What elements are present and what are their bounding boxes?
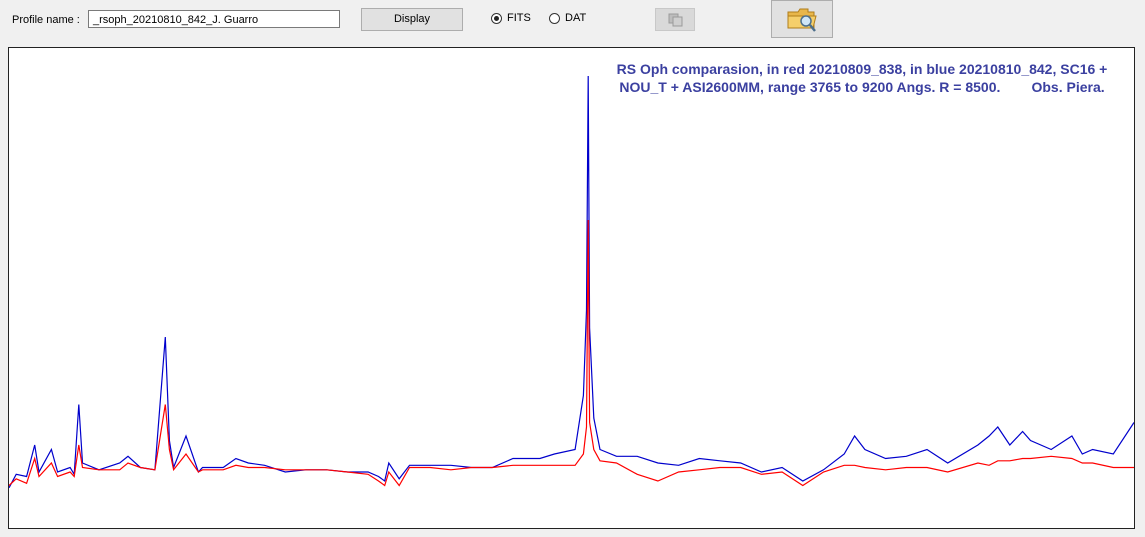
copy-icon bbox=[668, 13, 683, 27]
dat-radio[interactable]: DAT bbox=[549, 12, 586, 24]
dat-radio-label: DAT bbox=[565, 12, 587, 24]
display-button[interactable]: Display bbox=[361, 8, 463, 31]
folder-search-icon bbox=[787, 8, 817, 32]
dat-radio-dot[interactable] bbox=[549, 12, 560, 24]
spectrum-plot: RS Oph comparasion, in red 20210809_838,… bbox=[8, 47, 1135, 529]
fits-radio-dot[interactable] bbox=[491, 12, 502, 24]
fits-radio[interactable]: FITS bbox=[491, 12, 531, 24]
profile-name-label: Profile name : bbox=[12, 14, 80, 26]
red-spectrum-line bbox=[9, 219, 1134, 487]
chart-title-line2: NOU_T + ASI2600MM, range 3765 to 9200 An… bbox=[619, 79, 1105, 95]
blue-spectrum-line bbox=[9, 75, 1134, 489]
profile-name-input[interactable]: _rsoph_20210810_842_J. Guarro bbox=[88, 10, 340, 28]
spectrum-chart bbox=[9, 75, 1134, 489]
fits-radio-label: FITS bbox=[507, 12, 531, 24]
chart-title-line1: RS Oph comparasion, in red 20210809_838,… bbox=[616, 61, 1108, 77]
copy-button[interactable] bbox=[655, 8, 695, 31]
chart-title: RS Oph comparasion, in red 20210809_838,… bbox=[597, 60, 1127, 96]
open-folder-button[interactable] bbox=[771, 0, 833, 38]
